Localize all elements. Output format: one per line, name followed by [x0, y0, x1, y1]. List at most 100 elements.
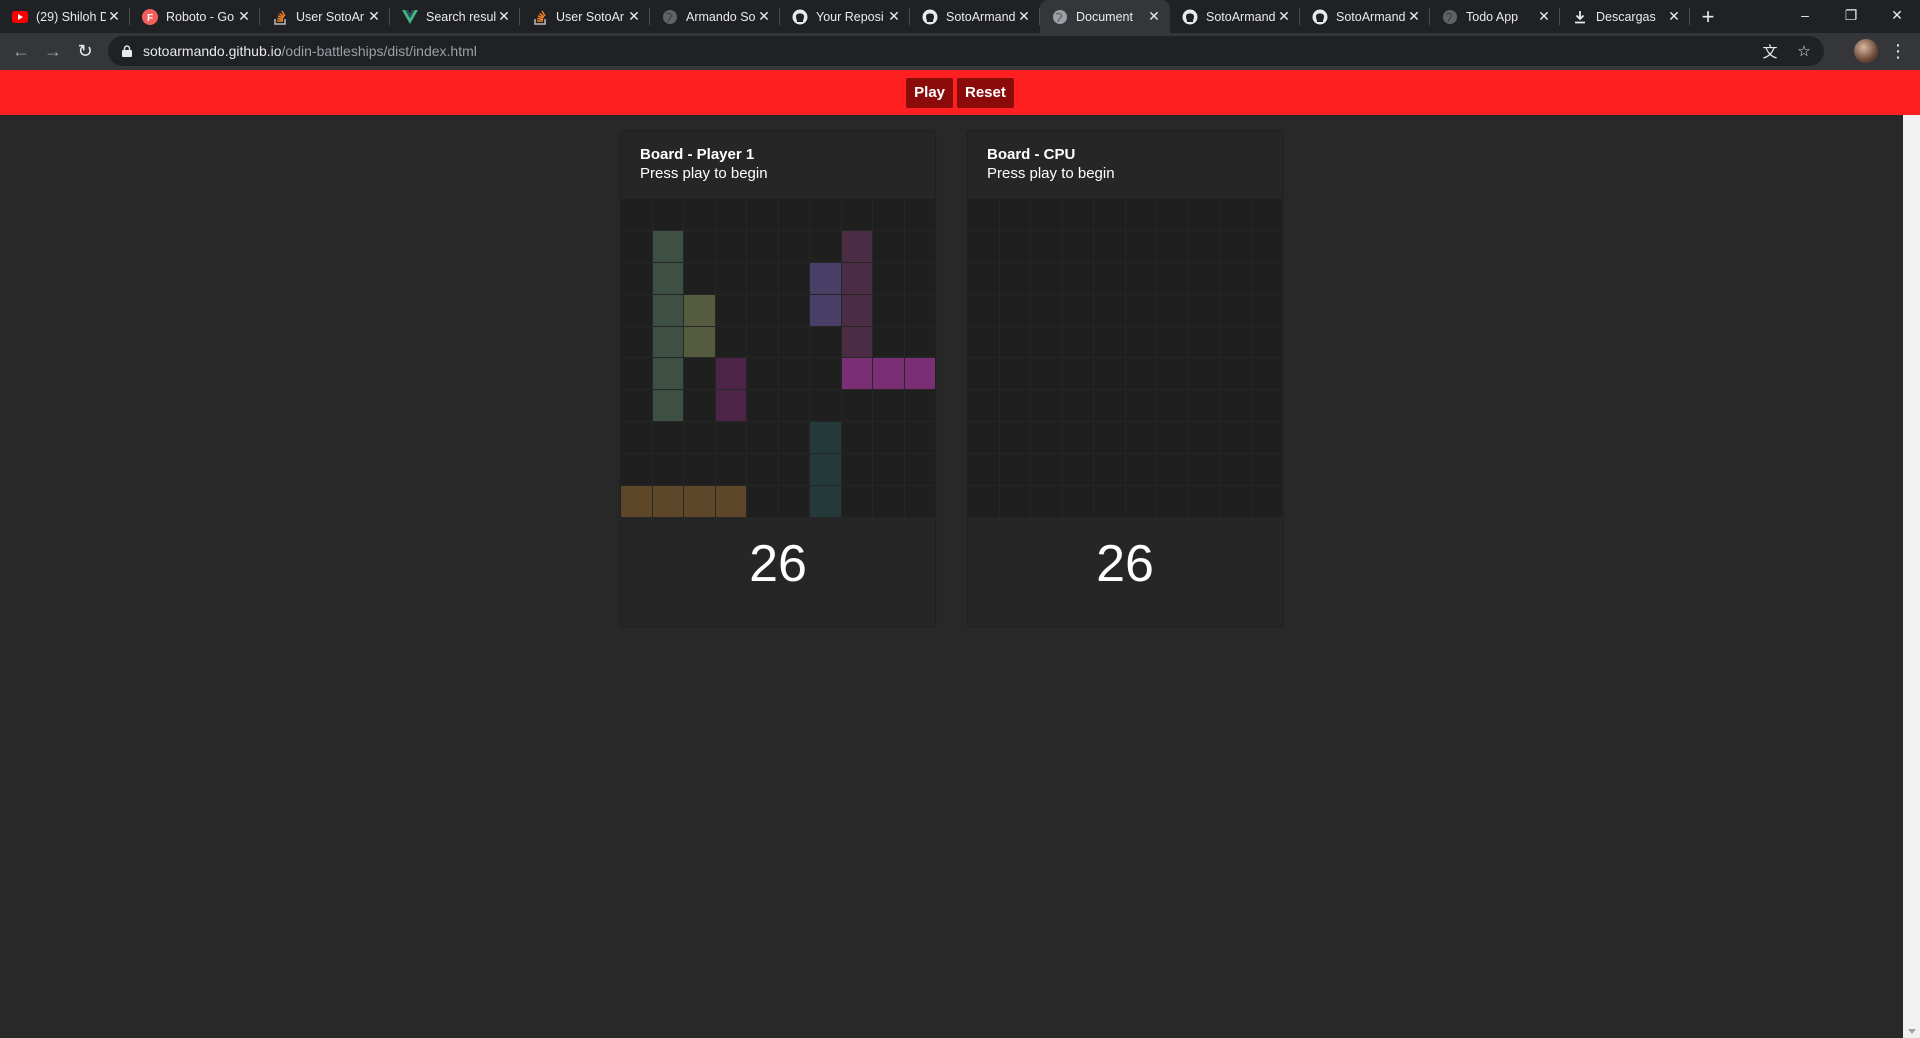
board-cell[interactable]: [1157, 294, 1188, 326]
close-tab-icon[interactable]: ✕: [1016, 8, 1032, 25]
close-tab-icon[interactable]: ✕: [886, 8, 902, 25]
board-cell[interactable]: [1251, 199, 1282, 230]
board-cell[interactable]: [1157, 230, 1188, 262]
board-cell[interactable]: [1188, 358, 1219, 390]
close-window-icon[interactable]: ✕: [1874, 0, 1920, 30]
board-cell[interactable]: [1157, 486, 1188, 517]
board-cell[interactable]: [1188, 422, 1219, 454]
board-cell[interactable]: [999, 230, 1030, 262]
board-cell[interactable]: [1251, 486, 1282, 517]
board-cell[interactable]: [1251, 358, 1282, 390]
browser-tab[interactable]: SotoArmand ✕: [910, 0, 1040, 33]
board-cell[interactable]: [1125, 199, 1156, 230]
board-cell[interactable]: [1220, 199, 1251, 230]
board-cell[interactable]: [1031, 262, 1062, 294]
board-cell[interactable]: [1251, 294, 1282, 326]
board-cell[interactable]: [1125, 390, 1156, 422]
board-cell[interactable]: [1062, 390, 1093, 422]
browser-tab[interactable]: SotoArmand ✕: [1300, 0, 1430, 33]
board-cell[interactable]: [1220, 486, 1251, 517]
close-tab-icon[interactable]: ✕: [106, 8, 122, 25]
close-tab-icon[interactable]: ✕: [496, 8, 512, 25]
board-cell[interactable]: [1157, 199, 1188, 230]
board-cell[interactable]: [1031, 326, 1062, 358]
browser-tab[interactable]: (29) Shiloh D ✕: [0, 0, 130, 33]
board-cell[interactable]: [1094, 358, 1125, 390]
board-cell[interactable]: [968, 422, 999, 454]
board-cell[interactable]: [1157, 422, 1188, 454]
board-cell[interactable]: [1157, 358, 1188, 390]
reload-icon[interactable]: ↻: [69, 36, 101, 68]
board-cell[interactable]: [1188, 326, 1219, 358]
board-cell[interactable]: [1031, 390, 1062, 422]
board-cell[interactable]: [1062, 294, 1093, 326]
board-cell[interactable]: [1251, 390, 1282, 422]
board-cell[interactable]: [1125, 454, 1156, 486]
board-cell[interactable]: [999, 454, 1030, 486]
browser-tab[interactable]: Document ✕: [1040, 0, 1170, 33]
minimize-icon[interactable]: –: [1782, 0, 1828, 30]
board-cell[interactable]: [1157, 326, 1188, 358]
browser-tab[interactable]: Your Reposi ✕: [780, 0, 910, 33]
board-cell[interactable]: [1125, 294, 1156, 326]
board-cell[interactable]: [1125, 262, 1156, 294]
board-cell[interactable]: [1062, 422, 1093, 454]
board-cell[interactable]: [1094, 294, 1125, 326]
bookmark-star-icon[interactable]: ☆: [1794, 41, 1814, 61]
board-cell[interactable]: [1220, 454, 1251, 486]
forward-icon[interactable]: →: [37, 36, 69, 68]
board-cell[interactable]: [1062, 326, 1093, 358]
board-cell[interactable]: [1251, 326, 1282, 358]
board-cell[interactable]: [968, 454, 999, 486]
board-cell[interactable]: [1062, 454, 1093, 486]
board-cell[interactable]: [1220, 390, 1251, 422]
board-cell[interactable]: [1031, 294, 1062, 326]
board-cell[interactable]: [968, 326, 999, 358]
board-cell[interactable]: [1125, 326, 1156, 358]
board-cell[interactable]: [1188, 199, 1219, 230]
board-cell[interactable]: [999, 199, 1030, 230]
board-cell[interactable]: [999, 390, 1030, 422]
board-cell[interactable]: [1125, 230, 1156, 262]
reset-button[interactable]: Reset: [957, 77, 1014, 108]
close-tab-icon[interactable]: ✕: [236, 8, 252, 25]
board-cell[interactable]: [1031, 358, 1062, 390]
board-cell[interactable]: [968, 294, 999, 326]
board-cell[interactable]: [1188, 262, 1219, 294]
board-cell[interactable]: [1094, 390, 1125, 422]
scroll-down-icon[interactable]: [1908, 1029, 1916, 1034]
board-cell[interactable]: [968, 390, 999, 422]
board-cell[interactable]: [1125, 486, 1156, 517]
board-cell[interactable]: [1220, 230, 1251, 262]
board-cell[interactable]: [1094, 422, 1125, 454]
board-cell[interactable]: [1062, 486, 1093, 517]
close-tab-icon[interactable]: ✕: [1276, 8, 1292, 25]
board-cell[interactable]: [968, 358, 999, 390]
board-cell[interactable]: [1031, 454, 1062, 486]
browser-tab[interactable]: Todo App ✕: [1430, 0, 1560, 33]
board-cell[interactable]: [968, 230, 999, 262]
close-tab-icon[interactable]: ✕: [626, 8, 642, 25]
board-cell[interactable]: [1157, 262, 1188, 294]
board-cell[interactable]: [1188, 230, 1219, 262]
new-tab-icon[interactable]: +: [1690, 0, 1726, 33]
translate-icon[interactable]: 文: [1760, 41, 1780, 61]
restore-icon[interactable]: ❐: [1828, 0, 1874, 30]
board-cell[interactable]: [1251, 262, 1282, 294]
board-cell[interactable]: [968, 486, 999, 517]
browser-tab[interactable]: User SotoAr ✕: [260, 0, 390, 33]
board-cell[interactable]: [1062, 358, 1093, 390]
back-icon[interactable]: ←: [5, 36, 37, 68]
board-cell[interactable]: [999, 422, 1030, 454]
close-tab-icon[interactable]: ✕: [756, 8, 772, 25]
browser-tab[interactable]: SotoArmand ✕: [1170, 0, 1300, 33]
close-tab-icon[interactable]: ✕: [366, 8, 382, 25]
board-cell[interactable]: [1062, 230, 1093, 262]
close-tab-icon[interactable]: ✕: [1146, 8, 1162, 25]
play-button[interactable]: Play: [906, 77, 953, 108]
board-cell[interactable]: [1188, 294, 1219, 326]
board-cell[interactable]: [999, 262, 1030, 294]
close-tab-icon[interactable]: ✕: [1406, 8, 1422, 25]
browser-tab[interactable]: Armando So ✕: [650, 0, 780, 33]
board-cell[interactable]: [968, 262, 999, 294]
